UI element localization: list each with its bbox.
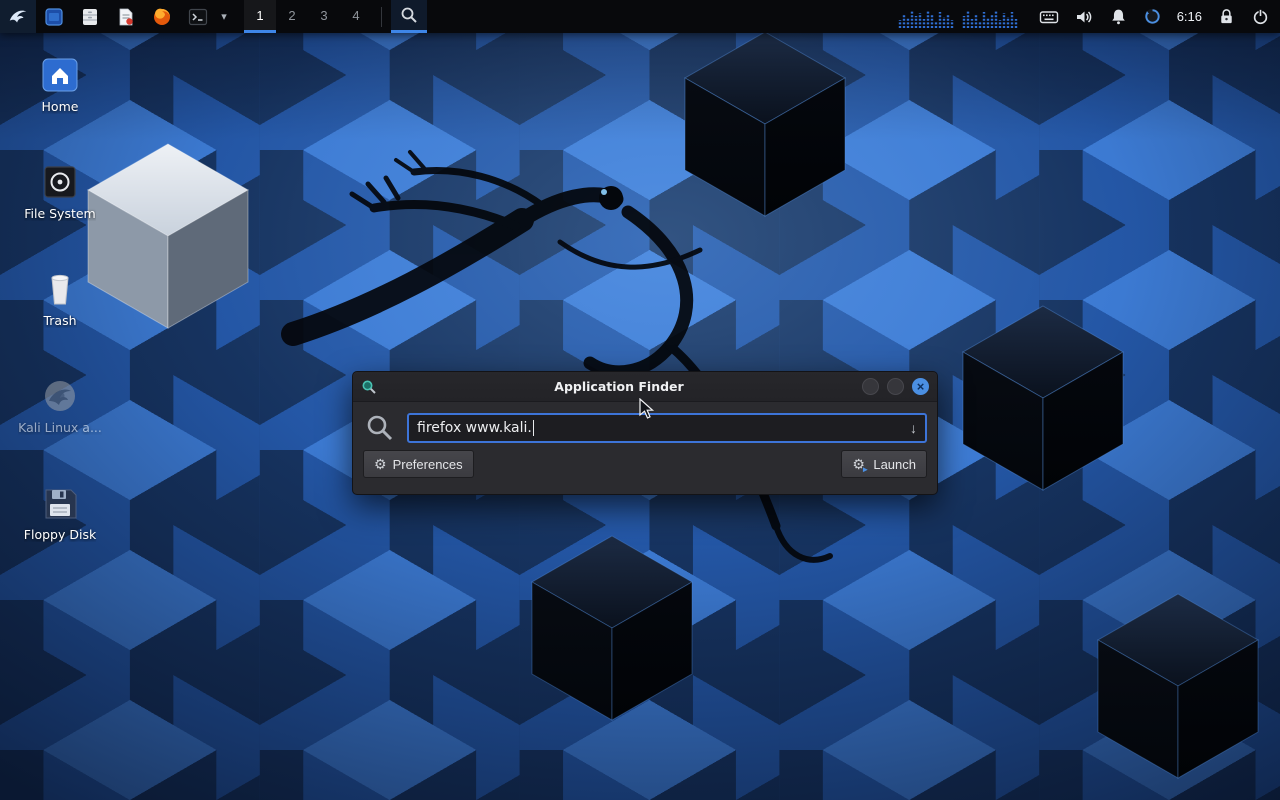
desktop-icon-filesystem[interactable]: File System xyxy=(16,163,104,221)
filemanager-icon xyxy=(44,7,64,27)
preferences-label: Preferences xyxy=(393,457,463,472)
desktop-icon-kali-installer[interactable]: Kali Linux a... xyxy=(16,377,104,435)
terminal-icon xyxy=(188,7,208,27)
desktop-icon-label: Floppy Disk xyxy=(24,527,96,542)
application-finder-window: Application Finder × firefox www.kali. ↓ xyxy=(352,371,938,495)
system-monitor-graph[interactable] xyxy=(898,6,1024,28)
minimize-button[interactable] xyxy=(862,378,879,395)
update-circle-icon xyxy=(1143,7,1162,26)
titlebar[interactable]: Application Finder × xyxy=(353,372,937,402)
lock-icon xyxy=(1217,7,1236,26)
window-title: Application Finder xyxy=(361,379,877,394)
desktop: ▾ 1 2 3 4 xyxy=(0,0,1280,800)
search-input[interactable]: firefox www.kali. ↓ xyxy=(407,413,927,443)
clock[interactable]: 6:16 xyxy=(1177,0,1202,33)
appfinder-window-icon xyxy=(361,379,377,395)
workspace-4[interactable]: 4 xyxy=(340,0,372,33)
kali-cd-icon xyxy=(40,377,80,415)
close-button[interactable]: × xyxy=(912,378,929,395)
launch-button[interactable]: ⚙ ► Launch xyxy=(841,450,927,478)
run-icon: ⚙ ► xyxy=(852,457,867,472)
home-icon xyxy=(40,56,80,94)
workspace-3[interactable]: 3 xyxy=(308,0,340,33)
taskbar-terminal-button[interactable] xyxy=(180,0,216,33)
search-icon xyxy=(365,413,395,443)
panel-tray: 6:16 xyxy=(898,0,1280,33)
taskbar-firefox-button[interactable] xyxy=(144,0,180,33)
desktop-icon-label: Kali Linux a... xyxy=(18,420,102,435)
top-panel: ▾ 1 2 3 4 xyxy=(0,0,1280,33)
finder-body: firefox www.kali. ↓ xyxy=(353,402,937,443)
preferences-button[interactable]: ⚙ Preferences xyxy=(363,450,474,478)
chevron-down-icon: ▾ xyxy=(221,10,227,23)
maximize-button[interactable] xyxy=(887,378,904,395)
text-caret xyxy=(533,420,534,436)
updates-indicator-button[interactable] xyxy=(1143,0,1162,33)
entry-dropdown-arrow[interactable]: ↓ xyxy=(910,420,917,436)
panel-separator xyxy=(381,7,382,27)
taskbar-texteditor-button[interactable] xyxy=(108,0,144,33)
finder-footer: ⚙ Preferences ⚙ ► Launch xyxy=(353,443,937,478)
kali-menu-button[interactable] xyxy=(0,0,36,33)
desktop-icon-label: Trash xyxy=(43,313,76,328)
task-application-finder[interactable] xyxy=(391,0,427,33)
filesystem-icon xyxy=(40,163,80,201)
volume-button[interactable] xyxy=(1074,0,1094,33)
taskbar-filemanager-button[interactable] xyxy=(36,0,72,33)
text-editor-icon xyxy=(116,7,136,27)
desktop-icon-label: Home xyxy=(42,99,79,114)
workspace-1[interactable]: 1 xyxy=(244,0,276,33)
bell-icon xyxy=(1109,7,1128,26)
desktop-icon-trash[interactable]: Trash xyxy=(16,270,104,328)
desktop-icon-floppy[interactable]: Floppy Disk xyxy=(16,484,104,542)
taskbar-files-button[interactable] xyxy=(72,0,108,33)
keyboard-indicator-button[interactable] xyxy=(1039,0,1059,33)
workspace-2[interactable]: 2 xyxy=(276,0,308,33)
lock-screen-button[interactable] xyxy=(1217,0,1236,33)
file-cabinet-icon xyxy=(80,7,100,27)
desktop-icon-home[interactable]: Home xyxy=(16,56,104,114)
close-icon: × xyxy=(917,380,925,393)
search-query-text: firefox www.kali. xyxy=(417,420,532,436)
firefox-icon xyxy=(152,7,172,27)
window-controls: × xyxy=(862,378,929,395)
power-icon xyxy=(1251,7,1270,26)
logout-power-button[interactable] xyxy=(1251,0,1270,33)
terminal-dropdown-chevron[interactable]: ▾ xyxy=(216,0,232,33)
gear-icon: ⚙ xyxy=(374,457,387,471)
keyboard-icon xyxy=(1039,7,1059,27)
magnifier-icon xyxy=(400,6,418,24)
kali-logo-icon xyxy=(7,6,29,28)
volume-icon xyxy=(1074,7,1094,27)
launch-label: Launch xyxy=(873,457,916,472)
trash-icon xyxy=(40,270,80,308)
floppy-disk-icon xyxy=(40,484,80,522)
desktop-icon-label: File System xyxy=(24,206,96,221)
arrow-down-icon: ↓ xyxy=(910,420,917,436)
notifications-button[interactable] xyxy=(1109,0,1128,33)
workspace-switcher: 1 2 3 4 xyxy=(244,0,372,33)
